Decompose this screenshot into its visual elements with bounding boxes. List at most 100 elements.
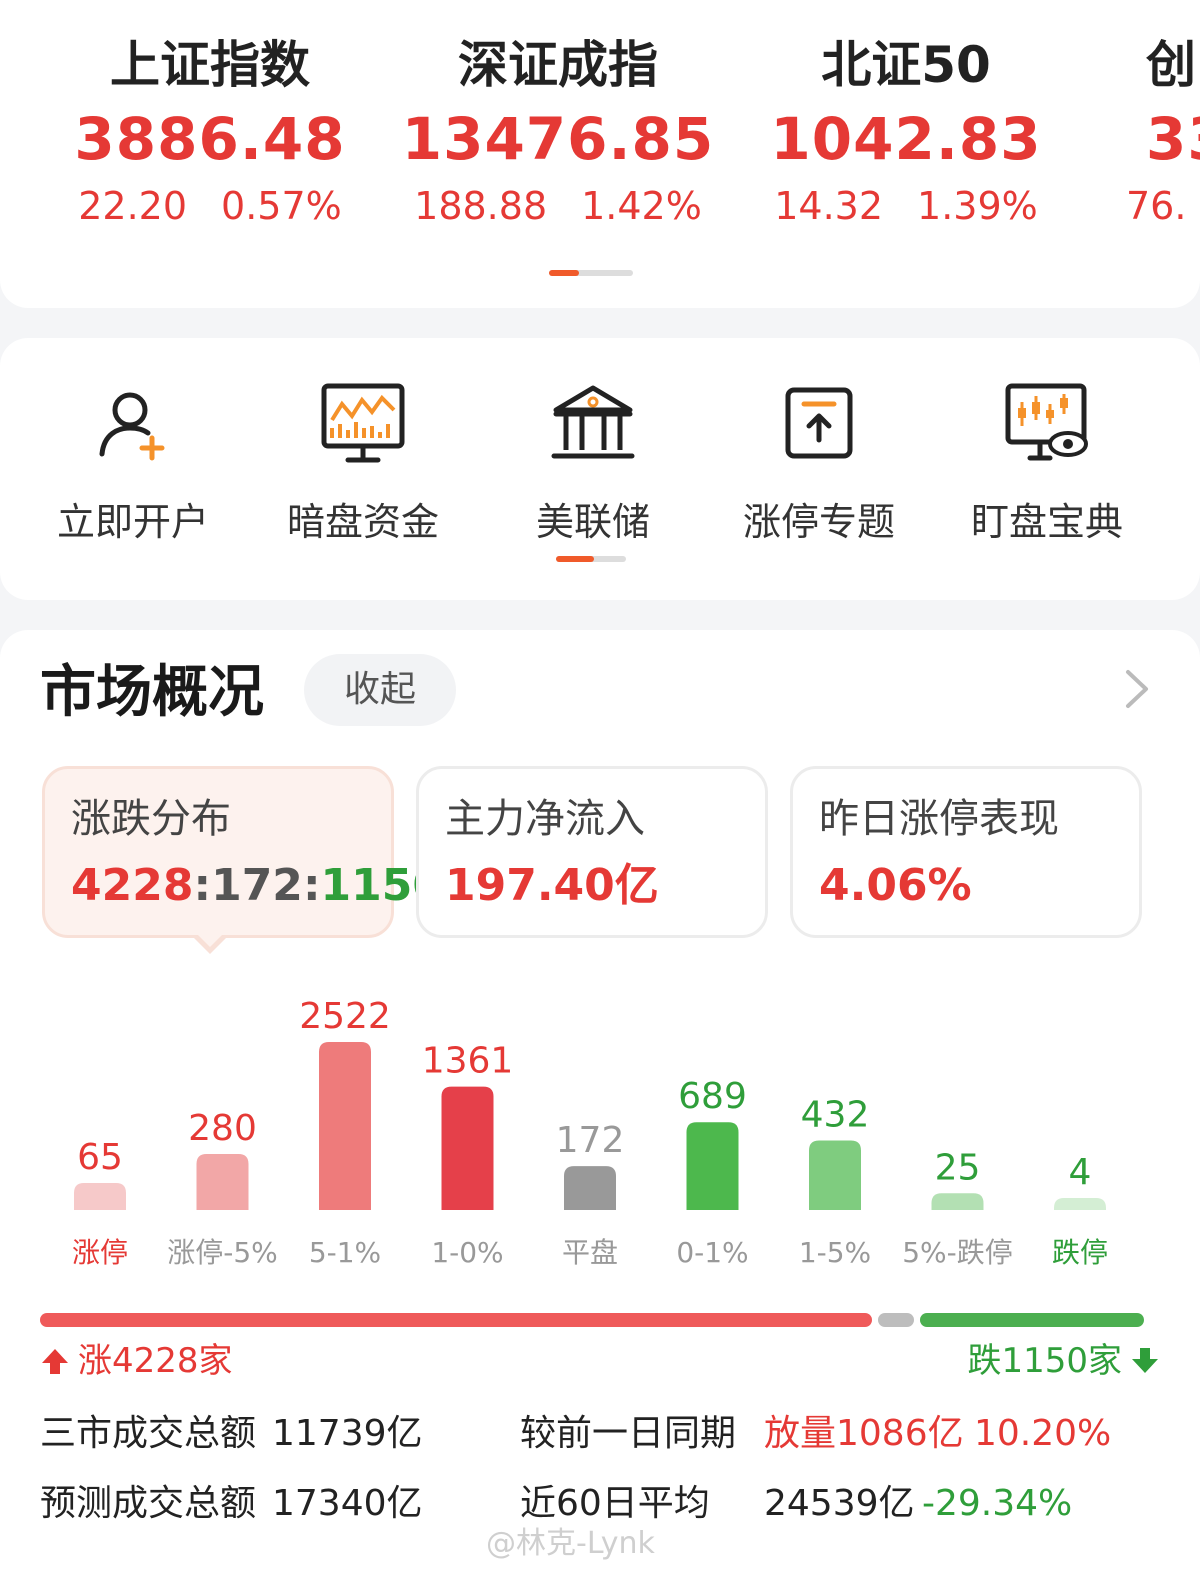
menu-label: 涨停专题	[742, 500, 895, 544]
stat-card-limit-up-performance[interactable]: 昨日涨停表现 4.06%	[790, 766, 1142, 938]
index-pct: 1.39%	[917, 184, 1038, 228]
index-change-row: 22.20 0.57%	[30, 178, 390, 234]
menu-label: 立即开户	[56, 500, 209, 544]
bar	[74, 1183, 126, 1210]
bar	[809, 1140, 861, 1210]
ratio-sep: :	[302, 860, 321, 911]
index-item[interactable]: 创 33 76.	[1126, 30, 1200, 234]
index-item[interactable]: 上证指数 3886.48 22.20 0.57%	[30, 30, 390, 234]
bank-building-icon	[551, 385, 635, 459]
index-change: 14.32	[774, 184, 884, 228]
bar-value-label: 25	[935, 1147, 981, 1188]
add-user-icon	[99, 392, 165, 461]
category-label: 平盘	[562, 1236, 618, 1269]
stat-label: 涨跌分布	[71, 796, 231, 842]
menu-pager	[556, 556, 626, 562]
stat-label: 主力净流入	[445, 796, 645, 842]
flat-count: 172	[211, 860, 303, 911]
menu-item-watch-guide[interactable]: 盯盘宝典	[932, 380, 1162, 546]
index-item[interactable]: 深证成指 13476.85 188.88 1.42%	[378, 30, 738, 234]
category-label: 5-1%	[309, 1236, 381, 1269]
bar	[686, 1122, 739, 1210]
bar	[1054, 1198, 1106, 1210]
index-change: 22.20	[78, 184, 188, 228]
index-change-row: 76.	[1126, 178, 1200, 234]
menu-label: 美联储	[535, 500, 650, 544]
category-label: 0-1%	[676, 1236, 748, 1269]
pager-active-dot	[549, 270, 579, 276]
monitor-chart-icon	[321, 383, 405, 463]
index-name: 创	[1146, 36, 1196, 94]
upload-board-icon	[785, 387, 853, 459]
ratio-sep: :	[193, 860, 212, 911]
index-item[interactable]: 北证50 1042.83 14.32 1.39%	[726, 30, 1086, 234]
market-overview: 市场概况 收起 涨跌分布 4228:172:1150 主力净流入 197.40亿…	[0, 630, 1200, 1592]
index-value: 13476.85	[401, 105, 715, 173]
category-label: 1-5%	[799, 1236, 871, 1269]
bar-value-label: 280	[188, 1108, 257, 1149]
menu-item-fed[interactable]: 美联储	[478, 380, 708, 546]
bar-value-label: 689	[678, 1076, 747, 1117]
index-change: 188.88	[414, 184, 548, 228]
bar	[931, 1193, 984, 1210]
pager-active-dot	[556, 556, 594, 562]
index-name: 上证指数	[110, 36, 310, 94]
summary-label: 三市成交总额	[40, 1413, 257, 1454]
menu-item-dark-pool[interactable]: 暗盘资金	[248, 380, 478, 546]
index-pct: 0.57%	[221, 184, 342, 228]
arrow-up-icon	[42, 1349, 68, 1374]
watermark: @林克-Lynk	[486, 1526, 655, 1561]
summary-value: 17340亿	[272, 1483, 423, 1524]
ratio-bar-flat	[877, 1313, 914, 1327]
quick-menu: 立即开户 暗盘资金 美联储 涨停专题 盯盘宝典	[0, 338, 1200, 600]
bar-value-label: 2522	[299, 996, 391, 1037]
category-label: 1-0%	[431, 1236, 503, 1269]
category-label: 涨停-5%	[167, 1236, 278, 1269]
compare-pct: -29.34%	[922, 1483, 1073, 1524]
index-value: 1042.83	[770, 105, 1042, 173]
bar	[441, 1086, 494, 1210]
index-value: 3886.48	[74, 105, 346, 173]
index-change: 76.	[1126, 184, 1187, 228]
bar-value-label: 65	[77, 1137, 123, 1178]
summary-label: 预测成交总额	[40, 1483, 257, 1524]
bar-value-label: 172	[556, 1120, 625, 1161]
stat-card-distribution[interactable]: 涨跌分布 4228:172:1150	[42, 766, 443, 938]
monitor-eye-icon	[1005, 383, 1088, 461]
index-name: 北证50	[821, 36, 991, 94]
collapse-button[interactable]: 收起	[304, 654, 456, 726]
category-label: 5%-跌停	[902, 1236, 1013, 1269]
menu-item-limit-up[interactable]: 涨停专题	[704, 380, 934, 546]
index-change-row: 14.32 1.39%	[726, 178, 1086, 234]
stat-label: 昨日涨停表现	[819, 796, 1059, 842]
ratio-bar-up	[40, 1313, 872, 1327]
index-strip: 上证指数 3886.48 22.20 0.57% 深证成指 13476.85 18…	[0, 0, 1200, 308]
arrow-down-icon	[1132, 1348, 1158, 1373]
bar-value-label: 4	[1069, 1152, 1092, 1193]
up-total: 涨4228家	[78, 1341, 233, 1381]
index-value: 33	[1146, 105, 1200, 173]
category-label: 跌停	[1052, 1236, 1108, 1269]
distribution-chart: 65 涨停 280 涨停-5% 2522 5-1% 1361 1-0% 172 平盘 689 0-1%…	[72, 996, 1108, 1269]
compare-pct: 10.20%	[974, 1413, 1112, 1454]
down-total: 跌1150家	[967, 1341, 1122, 1381]
chevron-right-icon[interactable]	[1114, 666, 1160, 712]
distribution-ratio: 4228:172:1150	[71, 851, 443, 921]
index-pager	[549, 270, 633, 276]
stat-card-net-inflow[interactable]: 主力净流入 197.40亿	[416, 766, 768, 938]
bar	[319, 1042, 371, 1210]
up-summary: 涨4228家	[40, 1336, 233, 1386]
summary-value: 11739亿	[272, 1413, 423, 1454]
section-title: 市场概况	[40, 660, 264, 725]
index-name: 深证成指	[458, 36, 658, 94]
menu-item-open-account[interactable]: 立即开户	[18, 380, 248, 546]
stat-value: 4.06%	[819, 860, 972, 911]
index-pct: 1.42%	[581, 184, 702, 228]
stat-value: 197.40亿	[445, 860, 659, 911]
bar	[196, 1154, 249, 1210]
up-count: 4228	[71, 860, 194, 911]
menu-label: 暗盘资金	[286, 500, 439, 544]
menu-label: 盯盘宝典	[970, 500, 1123, 544]
active-pointer-fill	[195, 932, 225, 947]
index-change-row: 188.88 1.42%	[378, 178, 738, 234]
